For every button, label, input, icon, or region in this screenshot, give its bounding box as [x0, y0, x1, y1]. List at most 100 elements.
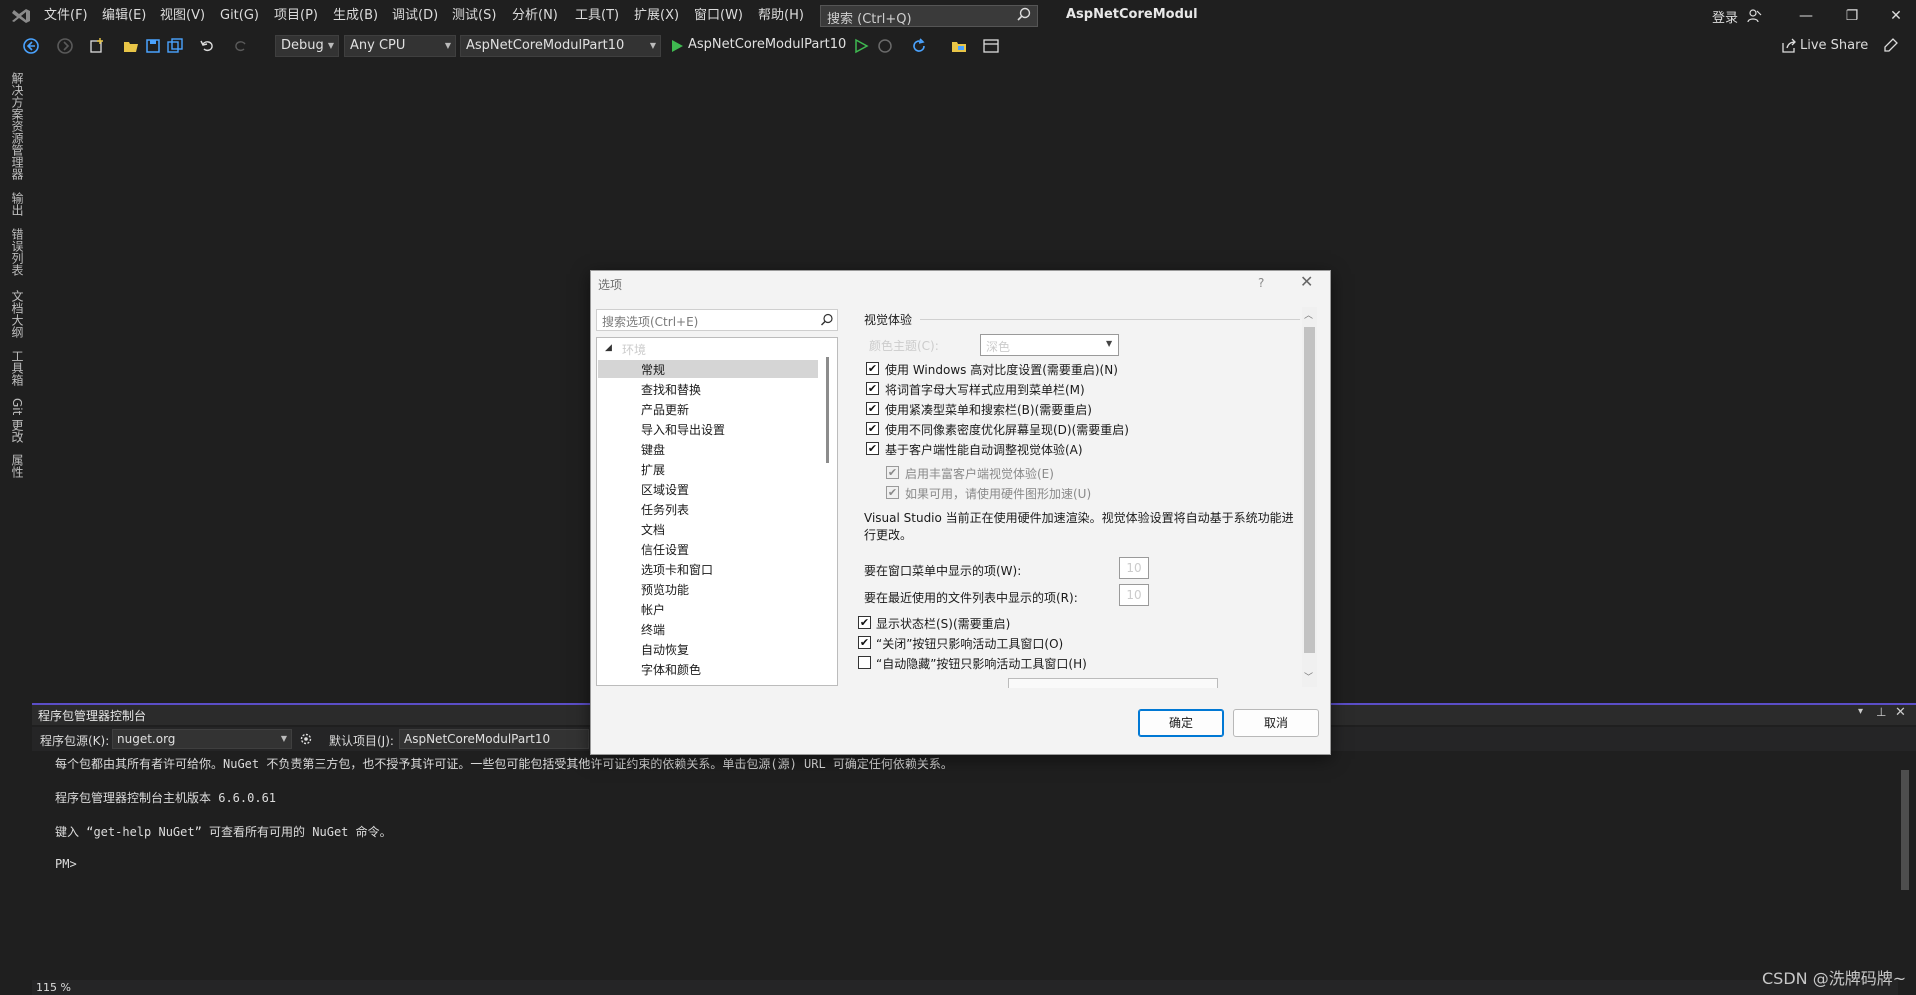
browse-folder-icon[interactable]: [950, 37, 968, 55]
tree-item-fonts-colors[interactable]: 字体和颜色: [641, 661, 701, 678]
tree-item-product-updates[interactable]: 产品更新: [641, 401, 689, 418]
tab-toolbox[interactable]: 工具箱: [9, 350, 26, 386]
ok-button[interactable]: 确定: [1138, 709, 1224, 737]
options-search-input[interactable]: 搜索选项(Ctrl+E): [596, 309, 838, 331]
dialog-close-button[interactable]: ✕: [1300, 272, 1313, 291]
checkbox-pixel-density[interactable]: ✔: [866, 422, 879, 435]
solution-platform-dropdown[interactable]: Any CPU ▼: [344, 35, 456, 57]
global-search-input[interactable]: 搜索 (Ctrl+Q): [820, 5, 1038, 27]
restore-button[interactable]: ❐: [1834, 4, 1870, 28]
tree-scrollbar[interactable]: [826, 357, 829, 463]
tree-item-extensions[interactable]: 扩展: [641, 461, 665, 478]
minimize-button[interactable]: —: [1788, 4, 1824, 28]
run-target-label[interactable]: AspNetCoreModulPart10: [688, 37, 846, 52]
checkbox-status-bar[interactable]: ✔: [858, 616, 871, 629]
tree-item-general[interactable]: 常规: [641, 361, 665, 378]
account-icon[interactable]: [1746, 8, 1762, 24]
solution-platform-value: Any CPU: [350, 38, 406, 53]
live-share-button[interactable]: Live Share: [1800, 38, 1868, 53]
hot-reload-icon[interactable]: [876, 37, 894, 55]
refresh-icon[interactable]: [910, 37, 928, 55]
scroll-up-icon[interactable]: ︿: [1304, 308, 1313, 321]
tab-git-changes[interactable]: Git 更改: [9, 398, 26, 443]
checkbox-close-button-active[interactable]: ✔: [858, 636, 871, 649]
tab-output[interactable]: 输出: [9, 192, 26, 216]
navigate-back-icon[interactable]: [22, 37, 40, 55]
search-icon[interactable]: [1016, 7, 1032, 23]
live-share-icon[interactable]: [1780, 37, 1798, 55]
chevron-down-icon: ▼: [280, 734, 287, 743]
cancel-button[interactable]: 取消: [1233, 709, 1319, 737]
menu-git[interactable]: Git(G): [220, 7, 259, 25]
tree-node-environment[interactable]: 环境: [622, 341, 646, 358]
zoom-level-dropdown[interactable]: 115 %: [36, 981, 71, 994]
scroll-down-icon[interactable]: ﹀: [1304, 670, 1313, 683]
checkbox-compact-menu[interactable]: ✔: [866, 402, 879, 415]
redo-icon[interactable]: [232, 37, 250, 55]
tab-properties[interactable]: 属性: [9, 454, 26, 478]
menu-test[interactable]: 测试(S): [452, 7, 496, 25]
tree-item-task-list[interactable]: 任务列表: [641, 501, 689, 518]
close-panel-icon[interactable]: ✕: [1895, 705, 1906, 720]
menu-file[interactable]: 文件(F): [44, 7, 88, 25]
settings-gear-icon[interactable]: [299, 732, 313, 746]
tree-item-account[interactable]: 帐户: [641, 601, 665, 618]
tree-item-autorecover[interactable]: 自动恢复: [641, 641, 689, 658]
startup-project-dropdown[interactable]: AspNetCoreModulPart10 ▼: [460, 35, 661, 57]
menu-help[interactable]: 帮助(H): [758, 7, 804, 25]
package-source-dropdown[interactable]: nuget.org ▼: [112, 729, 292, 749]
pin-icon[interactable]: ⊥: [1876, 705, 1886, 719]
sign-in-link[interactable]: 登录: [1712, 7, 1738, 26]
tree-item-trust[interactable]: 信任设置: [641, 541, 689, 558]
checkbox-high-contrast[interactable]: ✔: [866, 362, 879, 375]
tree-item-regional[interactable]: 区域设置: [641, 481, 689, 498]
expand-arrow-icon[interactable]: ◢: [605, 343, 612, 353]
panel-options-icon[interactable]: ▾: [1858, 706, 1863, 717]
help-button[interactable]: ?: [1258, 276, 1264, 290]
tab-document-outline[interactable]: 文档大纲: [9, 290, 26, 338]
dialog-title: 选项: [598, 278, 623, 292]
checkbox-title-case-menu[interactable]: ✔: [866, 382, 879, 395]
menu-extensions[interactable]: 扩展(X): [634, 7, 679, 25]
tree-item-preview[interactable]: 预览功能: [641, 581, 689, 598]
undo-icon[interactable]: [198, 37, 216, 55]
close-window-button[interactable]: ✕: [1878, 4, 1914, 28]
save-icon[interactable]: [144, 37, 162, 55]
checkbox-autohide-active[interactable]: [858, 656, 871, 669]
solution-configuration-value: Debug: [281, 38, 324, 53]
tree-item-tabs-windows[interactable]: 选项卡和窗口: [641, 561, 713, 578]
menu-view[interactable]: 视图(V): [160, 7, 205, 25]
solution-configuration-dropdown[interactable]: Debug ▼: [275, 35, 339, 57]
recent-files-input[interactable]: 10: [1119, 584, 1149, 606]
navigate-forward-icon[interactable]: [56, 37, 74, 55]
start-without-debugging-icon[interactable]: [852, 37, 870, 55]
tree-item-keyboard[interactable]: 键盘: [641, 441, 665, 458]
checkbox-auto-visual[interactable]: ✔: [866, 442, 879, 455]
layout-icon[interactable]: [982, 37, 1000, 55]
start-debugging-icon[interactable]: [668, 37, 686, 55]
default-project-dropdown[interactable]: AspNetCoreModulPart10: [399, 729, 589, 749]
console-scrollbar-thumb[interactable]: [1901, 770, 1909, 890]
partially-visible-dropdown[interactable]: [1008, 678, 1218, 688]
window-menu-items-input[interactable]: 10: [1119, 557, 1149, 579]
tree-item-import-export[interactable]: 导入和导出设置: [641, 421, 725, 438]
open-file-icon[interactable]: [122, 37, 140, 55]
menu-tools[interactable]: 工具(T): [575, 7, 619, 25]
feedback-icon[interactable]: [1882, 37, 1900, 55]
tree-item-terminal[interactable]: 终端: [641, 621, 665, 638]
menu-analyze[interactable]: 分析(N): [512, 7, 558, 25]
console-prompt[interactable]: PM>: [55, 857, 77, 871]
color-theme-dropdown[interactable]: 深色: [980, 334, 1119, 356]
menu-build[interactable]: 生成(B): [333, 7, 378, 25]
tab-error-list[interactable]: 错误列表: [9, 228, 26, 276]
tree-item-find-replace[interactable]: 查找和替换: [641, 381, 701, 398]
menu-edit[interactable]: 编辑(E): [102, 7, 146, 25]
new-project-icon[interactable]: [88, 37, 106, 55]
options-scrollbar-thumb[interactable]: [1304, 327, 1315, 653]
save-all-icon[interactable]: [166, 37, 184, 55]
menu-project[interactable]: 项目(P): [274, 7, 318, 25]
tab-solution-explorer[interactable]: 解决方案资源管理器: [9, 72, 26, 180]
tree-item-documents[interactable]: 文档: [641, 521, 665, 538]
menu-debug[interactable]: 调试(D): [392, 7, 438, 25]
menu-window[interactable]: 窗口(W): [694, 7, 743, 25]
